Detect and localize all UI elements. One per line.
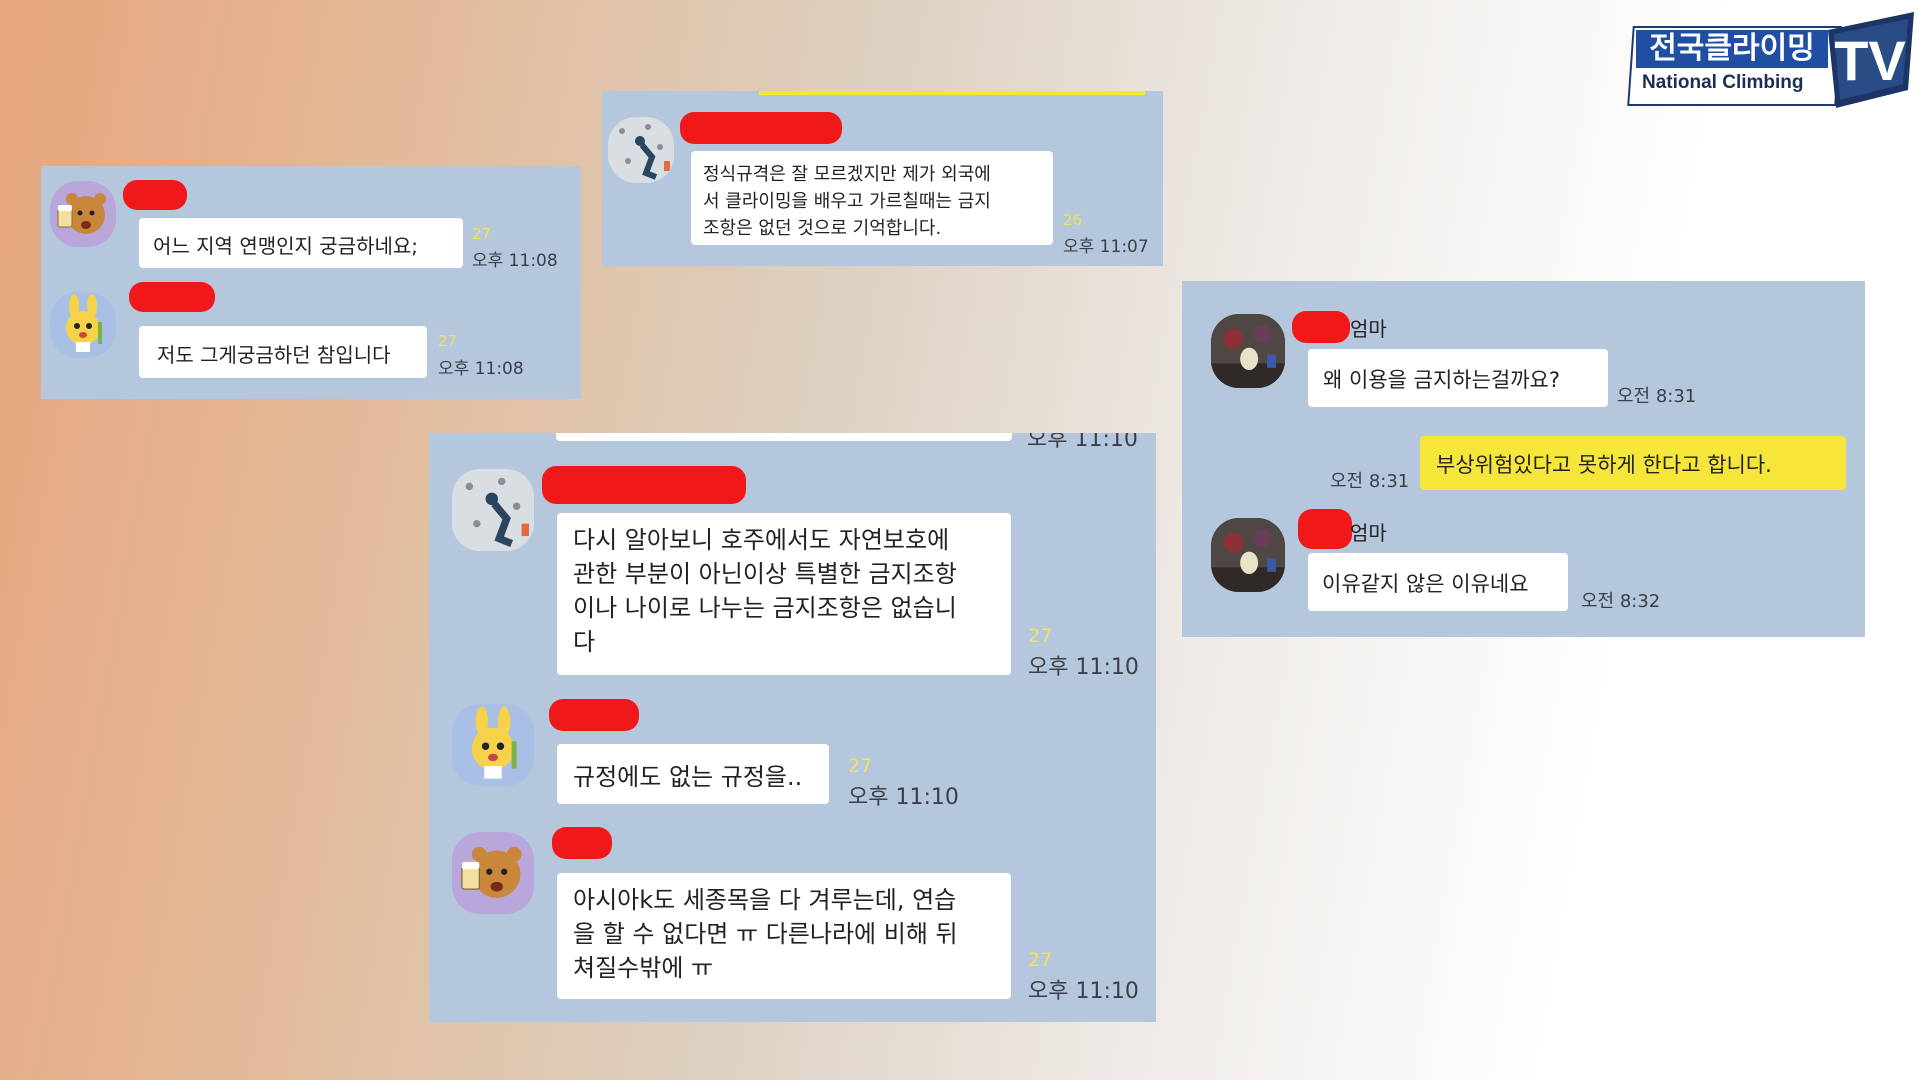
message-bubble: 아시아k도 세종목을 다 겨루는데, 연습 을 할 수 없다면 ㅠ 다른나라에 … — [557, 873, 1011, 999]
message-time: 오후 11:08 — [438, 359, 524, 379]
message-text: 아시아k도 세종목을 다 겨루는데, 연습 을 할 수 없다면 ㅠ 다른나라에 … — [573, 886, 958, 982]
message-text: 규정에도 없는 규정을.. — [573, 763, 803, 791]
unread-count: 27 — [1028, 949, 1053, 971]
message-time: 오후 11:10 — [1028, 979, 1139, 1004]
message-text: 다시 알아보니 호주에서도 자연보호에 관한 부분이 아닌이상 특별한 금지조항… — [573, 526, 957, 656]
figure-photo-avatar-icon — [1211, 518, 1285, 592]
cut-message-time: 오후 11:10 — [1027, 433, 1138, 452]
rabbit-avatar-icon — [452, 704, 534, 786]
chat-panel-c: 오후 11:10 다시 알아보니 호주에서도 자연보호에 관한 부분이 아닌이상… — [429, 433, 1156, 1022]
message-bubble: 저도 그게궁금하던 참입니다 — [139, 326, 427, 378]
unread-count: 27 — [848, 755, 873, 777]
chat-panel-b: 정식규격은 잘 모르겠지만 제가 외국에 서 클라이밍을 배우고 가르칠때는 금… — [602, 91, 1163, 266]
ryan-beer-avatar-icon — [50, 181, 116, 247]
message-time: 오전 8:31 — [1617, 386, 1697, 407]
message-text: 왜 이용을 금지하는걸까요? — [1323, 368, 1561, 392]
cut-bubble-edge — [759, 91, 1145, 95]
rabbit-avatar-icon — [50, 292, 116, 358]
logo-english-text: National Climbing — [1642, 72, 1804, 93]
ryan-beer-avatar-icon — [452, 832, 534, 914]
redacted-name — [129, 282, 215, 312]
redacted-name — [1298, 509, 1352, 549]
message-bubble: 다시 알아보니 호주에서도 자연보호에 관한 부분이 아닌이상 특별한 금지조항… — [557, 513, 1011, 675]
message-time: 오전 8:31 — [1330, 471, 1410, 492]
message-text: 저도 그게궁금하던 참입니다 — [157, 343, 391, 367]
cut-bubble-edge — [556, 433, 1012, 441]
figure-photo-avatar-icon — [1211, 314, 1285, 388]
redacted-name — [1292, 311, 1350, 343]
climbing-photo-avatar-icon — [452, 469, 534, 551]
sender-name-suffix: 엄마 — [1350, 521, 1387, 545]
channel-logo: 전국클라이밍 National Climbing TV — [1627, 12, 1920, 108]
redacted-name — [552, 827, 612, 859]
message-text: 이유같지 않은 이유네요 — [1322, 572, 1529, 596]
climbing-photo-avatar-icon — [608, 117, 674, 183]
message-time: 오후 11:08 — [472, 251, 558, 271]
unread-count: 27 — [438, 332, 458, 350]
chat-panel-a: 어느 지역 연맹인지 궁금하네요; 27 오후 11:08 저도 그게궁금하던 … — [41, 166, 581, 399]
redacted-name — [680, 112, 842, 144]
message-text: 정식규격은 잘 모르겠지만 제가 외국에 서 클라이밍을 배우고 가르칠때는 금… — [703, 164, 991, 239]
redacted-name — [549, 699, 639, 731]
message-time: 오후 11:10 — [1028, 655, 1139, 680]
message-bubble: 이유같지 않은 이유네요 — [1308, 553, 1568, 611]
message-time: 오전 8:32 — [1581, 591, 1661, 612]
message-bubble: 규정에도 없는 규정을.. — [557, 744, 829, 804]
my-message-bubble: 부상위험있다고 못하게 한다고 합니다. — [1420, 436, 1846, 490]
message-text: 어느 지역 연맹인지 궁금하네요; — [153, 234, 419, 258]
logo-tv-text: TV — [1834, 29, 1906, 92]
chat-panel-d: 엄마 왜 이용을 금지하는걸까요? 오전 8:31 오전 8:31 부상위험있다… — [1182, 281, 1865, 637]
message-time: 오후 11:07 — [1063, 237, 1149, 257]
message-bubble: 어느 지역 연맹인지 궁금하네요; — [139, 218, 463, 268]
unread-count: 27 — [472, 225, 492, 243]
sender-name-suffix: 엄마 — [1350, 317, 1387, 341]
redacted-name — [542, 466, 746, 504]
redacted-name — [123, 180, 187, 210]
unread-count: 27 — [1028, 625, 1053, 647]
unread-count: 26 — [1063, 211, 1083, 229]
message-bubble: 왜 이용을 금지하는걸까요? — [1308, 349, 1608, 407]
tv-logo-icon: TV — [1828, 12, 1914, 108]
message-bubble: 정식규격은 잘 모르겠지만 제가 외국에 서 클라이밍을 배우고 가르칠때는 금… — [691, 151, 1053, 245]
logo-korean-text: 전국클라이밍 — [1636, 30, 1828, 68]
message-text: 부상위험있다고 못하게 한다고 합니다. — [1436, 453, 1772, 477]
message-time: 오후 11:10 — [848, 785, 959, 810]
